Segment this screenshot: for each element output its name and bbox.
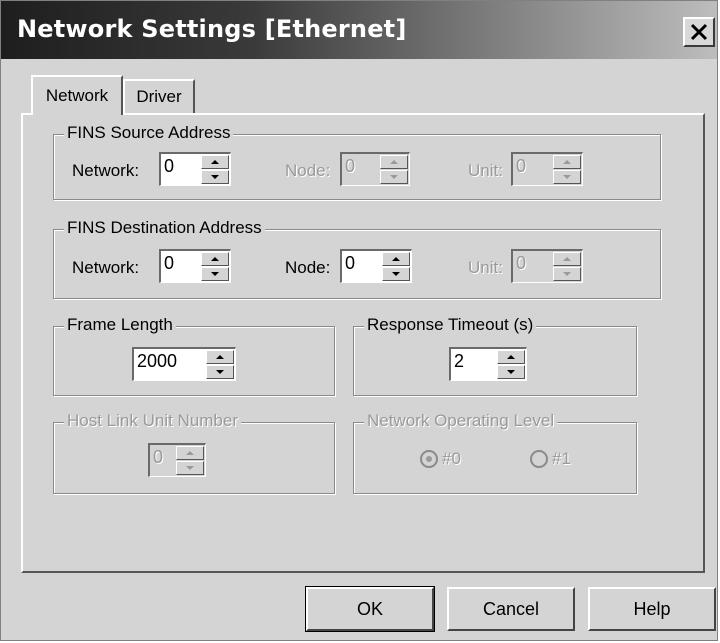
- spin-up-icon: [392, 257, 400, 261]
- network-settings-dialog: Network Settings [Ethernet] Network Driv…: [0, 0, 718, 641]
- response-timeout-stepper[interactable]: 2: [449, 347, 527, 381]
- source-network-stepper[interactable]: 0: [159, 152, 231, 186]
- spin-down-icon: [563, 272, 571, 276]
- destination-node-value: 0: [345, 253, 356, 273]
- tab-driver-label: Driver: [136, 87, 182, 106]
- spin-up-icon: [563, 160, 571, 164]
- response-timeout-legend: Response Timeout (s): [364, 315, 537, 335]
- destination-network-label: Network:: [72, 258, 140, 277]
- source-node-label: Node:: [285, 161, 331, 180]
- level-0-label: #0: [442, 449, 461, 468]
- destination-unit-label: Unit:: [468, 258, 503, 277]
- fins-destination-legend: FINS Destination Address: [64, 218, 265, 238]
- destination-network-value: 0: [164, 253, 175, 273]
- level-0-radio: [420, 450, 438, 468]
- spin-down-icon: [211, 175, 219, 179]
- cancel-button-label: Cancel: [482, 598, 540, 619]
- destination-network-up-button[interactable]: [201, 252, 229, 266]
- operating-level-legend: Network Operating Level: [364, 411, 558, 431]
- help-button[interactable]: Help: [588, 587, 716, 631]
- response-timeout-group: Response Timeout (s) 2: [353, 315, 637, 396]
- fins-source-group: FINS Source Address Network: 0 Node: 0 U…: [53, 123, 661, 200]
- frame-length-group: Frame Length 2000: [53, 315, 335, 396]
- destination-node-stepper[interactable]: 0: [340, 249, 412, 283]
- spin-down-icon: [390, 175, 398, 179]
- frame-length-value: 2000: [137, 351, 178, 371]
- source-unit-stepper: 0: [511, 152, 583, 186]
- close-button[interactable]: [683, 17, 715, 47]
- source-node-stepper: 0: [340, 152, 410, 186]
- response-timeout-down-button[interactable]: [497, 365, 525, 379]
- host-link-value: 0: [153, 447, 164, 467]
- destination-unit-down-button: [553, 267, 581, 281]
- response-timeout-up-button[interactable]: [497, 350, 525, 364]
- spin-up-icon: [186, 451, 194, 455]
- frame-length-down-button[interactable]: [206, 365, 234, 379]
- spin-down-icon: [216, 370, 224, 374]
- frame-length-stepper[interactable]: 2000: [132, 347, 236, 381]
- source-node-down-button: [380, 170, 408, 184]
- title-bar[interactable]: Network Settings [Ethernet]: [1, 1, 717, 59]
- tab-network-label: Network: [45, 86, 109, 105]
- close-icon: [690, 23, 708, 41]
- source-unit-label: Unit:: [468, 161, 503, 180]
- level-1-radio: [530, 450, 548, 468]
- destination-node-label: Node:: [285, 258, 331, 277]
- spin-up-icon: [216, 355, 224, 359]
- spin-down-icon: [563, 175, 571, 179]
- tab-driver[interactable]: Driver: [123, 79, 195, 113]
- window-title: Network Settings [Ethernet]: [17, 15, 407, 43]
- destination-unit-up-button: [553, 252, 581, 266]
- destination-unit-value: 0: [516, 253, 527, 273]
- host-link-legend: Host Link Unit Number: [64, 411, 242, 431]
- destination-network-stepper[interactable]: 0: [159, 249, 231, 283]
- destination-network-down-button[interactable]: [201, 267, 229, 281]
- spin-down-icon: [507, 370, 515, 374]
- frame-length-up-button[interactable]: [206, 350, 234, 364]
- source-node-up-button: [380, 155, 408, 169]
- destination-unit-stepper: 0: [511, 249, 583, 283]
- host-link-group: Host Link Unit Number 0: [53, 411, 335, 494]
- host-link-stepper: 0: [148, 443, 206, 477]
- host-link-down-button: [176, 461, 204, 475]
- source-network-value: 0: [164, 156, 175, 176]
- fins-destination-group: FINS Destination Address Network: 0 Node…: [53, 218, 661, 299]
- tab-panel-network: FINS Source Address Network: 0 Node: 0 U…: [21, 113, 705, 573]
- ok-button[interactable]: OK: [305, 586, 435, 632]
- frame-length-legend: Frame Length: [64, 315, 176, 335]
- help-button-label: Help: [633, 598, 671, 619]
- spin-up-icon: [211, 257, 219, 261]
- spin-down-icon: [392, 272, 400, 276]
- source-network-up-button[interactable]: [201, 155, 229, 169]
- spin-up-icon: [563, 257, 571, 261]
- spin-up-icon: [211, 160, 219, 164]
- source-unit-down-button: [553, 170, 581, 184]
- spin-down-icon: [186, 466, 194, 470]
- cancel-button[interactable]: Cancel: [447, 587, 575, 631]
- source-unit-up-button: [553, 155, 581, 169]
- spin-down-icon: [211, 272, 219, 276]
- level-1-label: #1: [552, 449, 571, 468]
- ok-button-label: OK: [356, 598, 383, 619]
- fins-source-legend: FINS Source Address: [64, 123, 234, 143]
- spin-up-icon: [507, 355, 515, 359]
- host-link-up-button: [176, 446, 204, 460]
- spin-up-icon: [390, 160, 398, 164]
- destination-node-down-button[interactable]: [382, 267, 410, 281]
- tab-network[interactable]: Network: [31, 75, 123, 115]
- operating-level-group: Network Operating Level #0 #1: [353, 411, 637, 494]
- source-network-label: Network:: [72, 161, 140, 180]
- source-unit-value: 0: [516, 156, 527, 176]
- source-network-down-button[interactable]: [201, 170, 229, 184]
- response-timeout-value: 2: [454, 351, 465, 371]
- source-node-value: 0: [345, 156, 356, 176]
- destination-node-up-button[interactable]: [382, 252, 410, 266]
